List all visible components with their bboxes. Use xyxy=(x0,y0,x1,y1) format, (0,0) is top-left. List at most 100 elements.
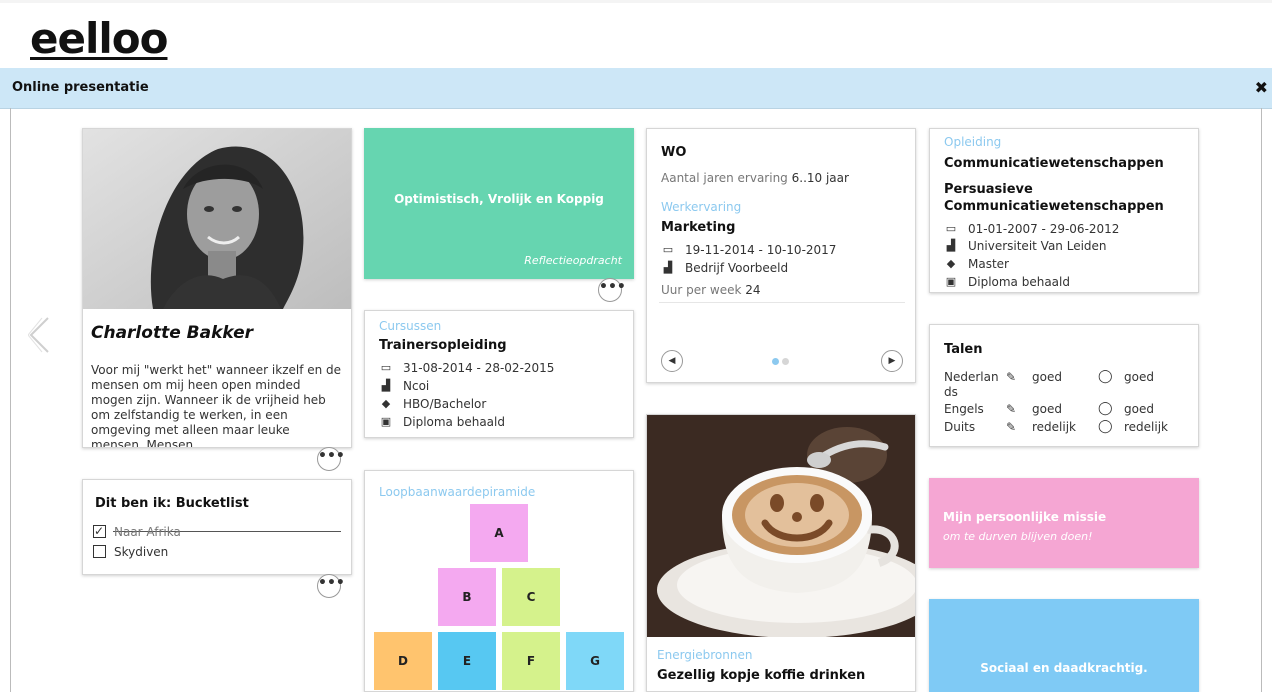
eelloo-logo[interactable]: eelloo xyxy=(30,14,168,63)
language-name: Engels xyxy=(944,402,984,416)
pyramid-tile-d[interactable]: D xyxy=(374,632,432,690)
education-school: Universiteit Van Leiden xyxy=(968,238,1107,253)
pyramid-tile-b[interactable]: B xyxy=(438,568,496,626)
presentation-header-bar: Online presentatie ✖ xyxy=(0,68,1272,109)
bucketlist-card: Dit ben ik: Bucketlist ✓ Naar Afrika Sky… xyxy=(82,479,352,575)
course-level-row: ◆ HBO/Bachelor xyxy=(379,395,487,412)
language-name: Nederlan ds xyxy=(944,370,999,399)
hours-label: Uur per week xyxy=(661,283,742,297)
pyramid-section-label: Loopbaanwaardepiramide xyxy=(379,485,536,499)
pyramid-tile-f[interactable]: F xyxy=(502,632,560,690)
languages-title: Talen xyxy=(944,342,983,357)
calendar-icon: ▭ xyxy=(945,222,957,235)
coffee-photo xyxy=(647,415,915,637)
social-card[interactable]: Sociaal en daadkrachtig. xyxy=(929,599,1199,692)
profile-description: Voor mij "werkt het" wanneer ikzelf en d… xyxy=(91,363,342,448)
graduation-cap-icon: ◆ xyxy=(946,257,956,270)
work-date-row: ▭ 19-11-2014 - 10-10-2017 xyxy=(661,241,837,258)
language-row: Duits ✎ redelijk ◯ redelijk xyxy=(944,419,1194,436)
mission-card[interactable]: Mijn persoonlijke missie om te durven bl… xyxy=(929,478,1199,568)
education-diploma-row: ▣ Diploma behaald xyxy=(944,273,1070,290)
education-diploma: Diploma behaald xyxy=(968,274,1070,289)
work-date: 19-11-2014 - 10-10-2017 xyxy=(685,242,837,257)
experience-value: 6..10 jaar xyxy=(791,171,849,185)
bucketlist-more-button[interactable]: ••• xyxy=(317,574,345,598)
language-write-level: goed xyxy=(1032,402,1062,416)
course-diploma-row: ▣ Diploma behaald xyxy=(379,413,505,430)
work-prev-button[interactable]: ◀ xyxy=(661,350,683,372)
content-left-border xyxy=(10,108,11,692)
bucketlist-item: Skydiven xyxy=(93,543,168,560)
building-icon: ▟ xyxy=(663,261,673,274)
pencil-icon: ✎ xyxy=(1006,402,1017,416)
course-date-row: ▭ 31-08-2014 - 28-02-2015 xyxy=(379,359,555,376)
education-date-row: ▭ 01-01-2007 - 29-06-2012 xyxy=(944,220,1120,237)
bucketlist-item-label: Naar Afrika xyxy=(114,524,181,539)
course-date: 31-08-2014 - 28-02-2015 xyxy=(403,360,555,375)
energy-section-label: Energiebronnen xyxy=(657,648,753,662)
hours-row: Uur per week 24 xyxy=(661,283,761,297)
trait-text: Optimistisch, Vrolijk en Koppig xyxy=(394,192,604,206)
course-diploma: Diploma behaald xyxy=(403,414,505,429)
course-level: HBO/Bachelor xyxy=(403,396,487,411)
calendar-icon: ▭ xyxy=(662,243,674,256)
work-title: Marketing xyxy=(661,220,736,235)
speech-bubble-icon: ◯ xyxy=(1098,401,1113,416)
education-school-row: ▟ Universiteit Van Leiden xyxy=(944,237,1107,254)
education-level: WO xyxy=(661,145,687,160)
education-level: Master xyxy=(968,256,1009,271)
language-row: Engels ✎ goed ◯ goed xyxy=(944,401,1194,418)
previous-slide-arrow-icon[interactable] xyxy=(28,316,50,354)
pyramid-tile-c[interactable]: C xyxy=(502,568,560,626)
language-speak-level: redelijk xyxy=(1124,420,1169,434)
pyramid-card: Loopbaanwaardepiramide A B C D E F G xyxy=(364,470,634,692)
carousel-dot[interactable] xyxy=(782,358,789,365)
profile-photo xyxy=(83,129,351,309)
experience-row: Aantal jaren ervaring 6..10 jaar xyxy=(661,171,849,185)
carousel-dot-active[interactable] xyxy=(772,358,779,365)
work-experience-card: WO Aantal jaren ervaring 6..10 jaar Werk… xyxy=(646,128,916,383)
mission-title: Mijn persoonlijke missie xyxy=(943,510,1107,524)
profile-more-button[interactable]: ••• xyxy=(317,447,345,471)
certificate-icon: ▣ xyxy=(945,275,957,288)
top-strip xyxy=(0,0,1272,3)
language-speak-level: goed xyxy=(1124,370,1154,384)
speech-bubble-icon: ◯ xyxy=(1098,419,1113,434)
pencil-icon: ✎ xyxy=(1006,370,1017,384)
course-title: Trainersopleiding xyxy=(379,338,507,353)
pyramid-tile-g[interactable]: G xyxy=(566,632,624,690)
speech-bubble-icon: ◯ xyxy=(1098,369,1113,384)
education-subtitle: Persuasieve Communicatiewetenschappen xyxy=(944,182,1164,214)
course-org: Ncoi xyxy=(403,378,430,393)
social-text: Sociaal en daadkrachtig. xyxy=(980,661,1148,675)
bucketlist-item: ✓ Naar Afrika xyxy=(93,523,181,540)
work-divider xyxy=(659,302,905,303)
graduation-cap-icon: ◆ xyxy=(381,397,391,410)
work-next-button[interactable]: ▶ xyxy=(881,350,903,372)
building-icon: ▟ xyxy=(946,239,956,252)
checkbox-icon[interactable] xyxy=(93,545,106,558)
pyramid-tile-a[interactable]: A xyxy=(470,504,528,562)
pyramid-tile-e[interactable]: E xyxy=(438,632,496,690)
course-card: Cursussen Trainersopleiding ▭ 31-08-2014 … xyxy=(364,310,634,438)
trait-card[interactable]: Optimistisch, Vrolijk en Koppig Reflecti… xyxy=(364,128,634,279)
language-name: Duits xyxy=(944,420,976,434)
close-icon[interactable]: ✖ xyxy=(1255,78,1268,97)
education-section-label: Opleiding xyxy=(944,135,1002,149)
checkbox-checked-icon[interactable]: ✓ xyxy=(93,525,106,538)
bucketlist-title: Dit ben ik: Bucketlist xyxy=(95,496,249,511)
education-card: Opleiding Communicatiewetenschappen Pers… xyxy=(929,128,1199,293)
experience-label: Aantal jaren ervaring xyxy=(661,171,788,185)
content-right-border xyxy=(1261,108,1262,692)
certificate-icon: ▣ xyxy=(380,415,392,428)
course-org-row: ▟ Ncoi xyxy=(379,377,429,394)
energy-card: Energiebronnen Gezellig kopje koffie dri… xyxy=(646,414,916,692)
pencil-icon: ✎ xyxy=(1006,420,1017,434)
language-speak-level: goed xyxy=(1124,402,1154,416)
energy-title: Gezellig kopje koffie drinken xyxy=(657,668,866,683)
education-date: 01-01-2007 - 29-06-2012 xyxy=(968,221,1120,236)
trait-more-button[interactable]: ••• xyxy=(598,278,626,302)
work-section-label: Werkervaring xyxy=(661,200,742,214)
course-section-label: Cursussen xyxy=(379,319,442,333)
language-write-level: goed xyxy=(1032,370,1062,384)
